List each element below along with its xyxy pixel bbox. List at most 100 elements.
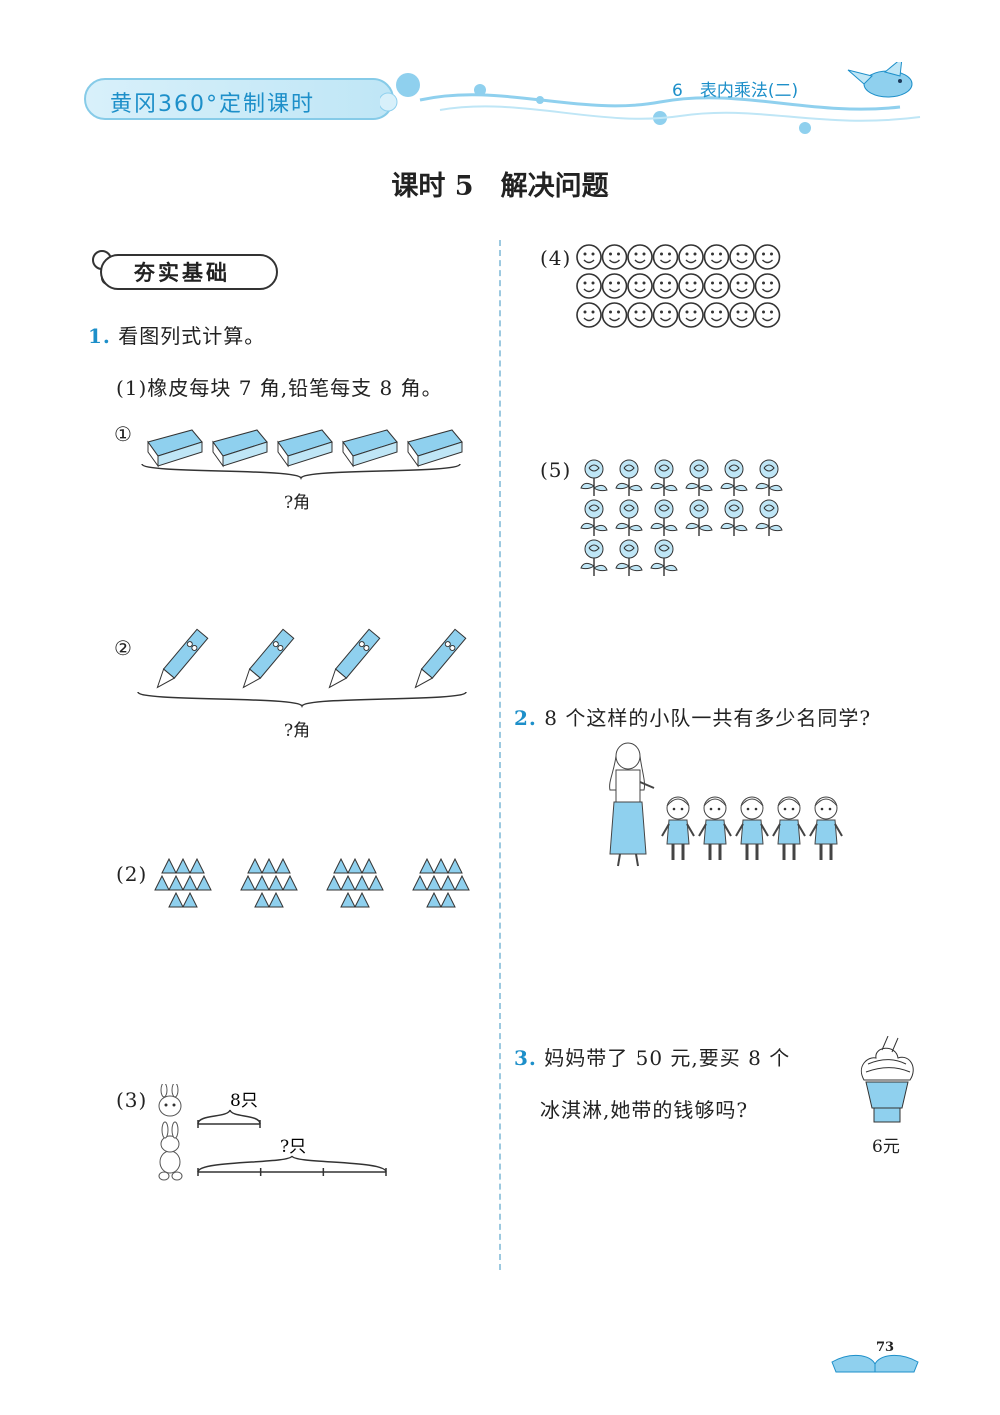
rose-icon (650, 539, 678, 576)
question-line1: 妈妈带了 50 元,要买 8 个 (544, 1046, 791, 1070)
rose-icon (720, 499, 748, 536)
rose-icon (755, 459, 783, 496)
rose-icon (615, 459, 643, 496)
pencil-icon (328, 628, 381, 689)
triangle-icon (247, 858, 263, 874)
smiley-figure (576, 244, 781, 328)
triangle-icon (254, 874, 270, 891)
part-label: ① (114, 422, 133, 446)
smiley-icon (652, 273, 679, 299)
triangle-icon (333, 858, 349, 874)
question-3: 3. 妈妈带了 50 元,要买 8 个 (514, 1042, 790, 1071)
smiley-icon (754, 244, 781, 270)
eraser-icon (212, 429, 268, 468)
sub-label: (3) (116, 1088, 148, 1112)
child-icon (698, 796, 732, 860)
smiley-icon (601, 273, 628, 299)
eraser-icon (407, 429, 463, 468)
triangle-icon (161, 858, 177, 874)
sub-label: (2) (116, 862, 148, 886)
triangle-icon (433, 858, 449, 874)
price-label: 6元 (872, 1137, 900, 1157)
rose-icon (580, 499, 608, 536)
section-label: 夯实基础 (134, 261, 230, 285)
header-bubble (396, 73, 420, 97)
triangle-icon (354, 891, 370, 908)
brace (137, 691, 467, 708)
triangle-icon (361, 858, 377, 874)
triangle-icon (196, 874, 212, 891)
smiley-icon (678, 302, 704, 328)
triangle-icon (412, 874, 428, 891)
triangle-icon (275, 858, 291, 874)
children-group (661, 796, 843, 860)
rose-icon (650, 459, 678, 496)
question-1: 1. 看图列式计算。 (88, 320, 265, 349)
sub-label: (4) (540, 246, 572, 270)
triangle-icon (154, 874, 170, 891)
header-bubble-wave (380, 62, 921, 134)
column-divider (499, 240, 501, 1270)
header-bubble (799, 122, 811, 134)
team-figure (609, 742, 843, 867)
chapter-label: 6 表内乘法(二) (672, 81, 799, 101)
triangle-icon (240, 874, 256, 891)
part-label: ② (114, 636, 133, 660)
page-number: 73 (876, 1340, 895, 1355)
triangle-icon (326, 874, 342, 891)
triangle-icon (254, 891, 270, 908)
triangle-icon (440, 891, 456, 908)
triangle-icon (426, 874, 442, 891)
smiley-icon (729, 273, 755, 299)
triangle-icon (268, 874, 284, 891)
question-number: 1. (88, 324, 111, 348)
triangle-icon (340, 891, 356, 908)
triangle-icon (368, 874, 384, 891)
question-2: 2. 8 个这样的小队一共有多少名同学? (514, 702, 871, 731)
child-icon (809, 796, 843, 860)
triangle-icon (175, 858, 191, 874)
rose-icon (755, 499, 783, 536)
triangle-icon (168, 874, 184, 891)
triangle-icon (189, 858, 205, 874)
triangle-icon (454, 874, 470, 891)
rose-icon (650, 499, 678, 536)
question-number: 2. (514, 706, 537, 730)
question-prompt: 看图列式计算。 (118, 324, 266, 348)
rose-icon (685, 459, 713, 496)
triangle-icon (347, 858, 363, 874)
triangle-icon (282, 874, 298, 891)
brace-label: ?角 (284, 493, 311, 513)
sub-label: (1) (116, 376, 148, 400)
triangle-icon (182, 874, 198, 891)
smiley-icon (576, 273, 602, 299)
child-icon (772, 796, 806, 860)
smiley-icon (601, 302, 628, 328)
triangle-figure (154, 858, 470, 908)
smiley-icon (678, 244, 704, 270)
question-line2: 冰淇淋,她带的钱够吗? (540, 1098, 749, 1122)
smiley-icon (576, 244, 602, 270)
eraser-icon (147, 429, 203, 468)
sub-text: 橡皮每块 7 角,铅笔每支 8 角。 (147, 376, 443, 400)
bird-icon (847, 62, 913, 98)
triangle-icon (419, 858, 435, 874)
eraser-figure (141, 429, 463, 480)
rose-icon (580, 459, 608, 496)
ice-cream-icon (860, 1036, 914, 1123)
triangle-icon (426, 891, 442, 908)
rose-icon (615, 499, 643, 536)
q1-sub1: (1)橡皮每块 7 角,铅笔每支 8 角。 (116, 372, 443, 401)
book-icon (831, 1355, 919, 1373)
question-text: 8 个这样的小队一共有多少名同学? (544, 706, 872, 730)
smiley-icon (703, 302, 730, 328)
eraser-icon (277, 429, 333, 468)
triangle-icon (354, 874, 370, 891)
teacher-icon (609, 742, 655, 867)
triangle-icon (168, 891, 184, 908)
pencil-figure (137, 628, 467, 708)
top-bar-label: 8只 (230, 1091, 258, 1111)
pencil-icon (156, 628, 209, 689)
rose-icon (685, 499, 713, 536)
brace-label: ?角 (284, 721, 311, 741)
